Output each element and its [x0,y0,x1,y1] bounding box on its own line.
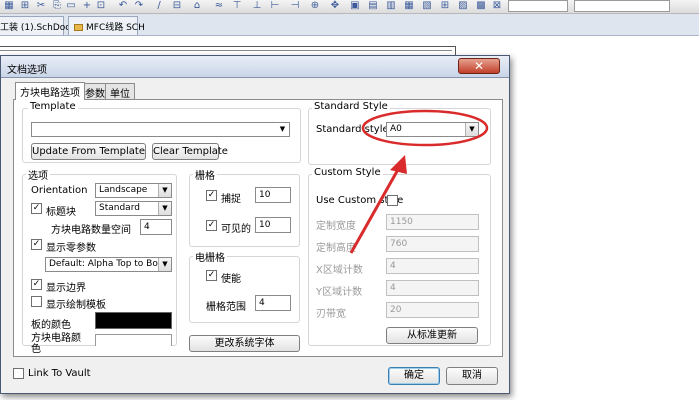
arrow-head [390,155,407,174]
tab-label: 方块电路选项 [20,88,80,99]
tab-sheet-options[interactable]: 方块电路选项 [15,82,85,100]
arrow-shaft [349,165,402,254]
annotation-overlay [349,109,489,254]
highlight-ellipse [361,109,489,147]
